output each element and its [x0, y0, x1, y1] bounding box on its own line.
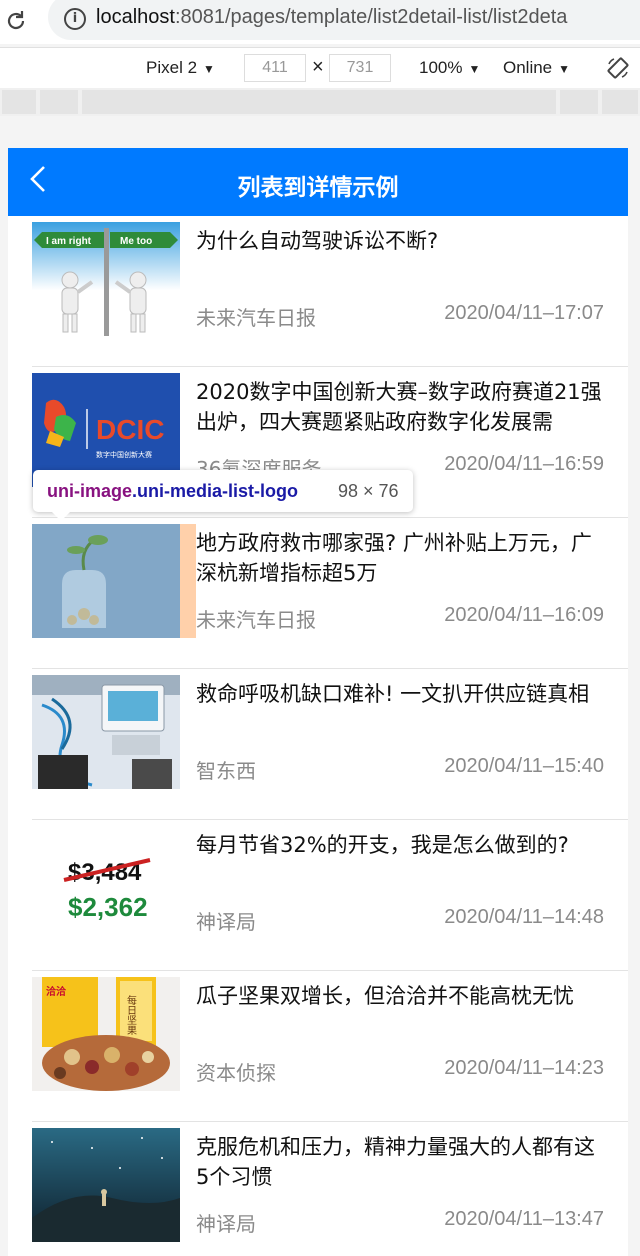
dcic-logo-text: DCIC [96, 414, 164, 445]
news-title: 瓜子坚果双增长，但洽洽并不能高枕无忧 [196, 984, 574, 1008]
reload-icon[interactable] [4, 9, 28, 33]
news-title: 地方政府救市哪家强? 广州补贴上万元，广深杭新增指标超5万 [196, 531, 592, 585]
news-title: 2020数字中国创新大赛–数字政府赛道21强出炉，四大赛题紧贴政府数字化发展需 [196, 380, 602, 434]
list-item[interactable]: I am right Me too 为什么自动驾驶诉讼不断? 未来汽车日报 20… [8, 216, 628, 367]
media-query-segment[interactable] [40, 90, 78, 114]
url-text[interactable]: localhost:8081/pages/template/list2detai… [96, 6, 567, 29]
media-query-segment[interactable] [602, 90, 638, 114]
news-source: 未来汽车日报 [196, 608, 316, 632]
network-label: Online [503, 58, 553, 77]
device-toolbar: Pixel 2 ▼ 411 × 731 100% ▼ Online ▼ [0, 47, 640, 89]
news-source: 资本侦探 [196, 1061, 276, 1085]
tooltip-size: 98 × 76 [338, 481, 399, 501]
news-time: 2020/04/11–16:59 [444, 453, 604, 475]
news-thumbnail[interactable] [32, 524, 180, 638]
dimension-separator: × [312, 56, 324, 78]
device-label: Pixel 2 [146, 58, 198, 77]
news-time: 2020/04/11–17:07 [444, 302, 604, 324]
news-title: 每月节省32%的开支，我是怎么做到的? [196, 833, 569, 857]
news-title: 为什么自动驾驶诉讼不断? [196, 229, 439, 253]
page-title: 列表到详情示例 [237, 175, 399, 201]
zoom-select[interactable]: 100% ▼ [419, 58, 480, 78]
news-thumbnail[interactable] [32, 675, 180, 789]
sign-left-text: I am right [46, 236, 92, 247]
media-query-bar [0, 88, 640, 116]
url-host: localhost [96, 6, 175, 28]
news-source: 神译局 [196, 1212, 256, 1236]
news-thumbnail[interactable]: I am right Me too [32, 222, 180, 336]
price-new-text: $2,362 [68, 892, 148, 922]
news-title: 救命呼吸机缺口难补! 一文扒开供应链真相 [196, 682, 590, 706]
news-source: 神译局 [196, 910, 256, 934]
app-viewport: 列表到详情示例 I am right Me too 为什么自动驾驶诉讼不断? 未… [8, 148, 628, 1256]
tooltip-selector: uni-image.uni-media-list-logo [47, 481, 298, 502]
device-select[interactable]: Pixel 2 ▼ [146, 58, 215, 78]
network-select[interactable]: Online ▼ [503, 58, 570, 78]
snack-brand-text: 洽洽 [46, 985, 67, 998]
list-item[interactable]: 救命呼吸机缺口难补! 一文扒开供应链真相 智东西 2020/04/11–15:4… [8, 669, 628, 820]
tooltip-tag: uni-image [47, 481, 133, 501]
chevron-down-icon: ▼ [468, 62, 481, 76]
list-item[interactable]: 洽洽 每日坚果 瓜子坚果双增长，但洽洽并不能高枕无忧 资本侦探 2020/04/… [8, 971, 628, 1122]
height-input[interactable]: 731 [329, 54, 391, 82]
news-time: 2020/04/11–13:47 [444, 1208, 604, 1230]
news-source: 未来汽车日报 [196, 306, 316, 330]
news-time: 2020/04/11–14:48 [444, 906, 604, 928]
url-path: :8081/pages/template/list2detail-list/li… [174, 6, 568, 28]
browser-address-bar: i localhost:8081/pages/template/list2det… [0, 0, 640, 44]
site-info-icon[interactable]: i [64, 8, 86, 30]
list-item[interactable]: 地方政府救市哪家强? 广州补贴上万元，广深杭新增指标超5万 未来汽车日报 202… [8, 518, 628, 669]
media-query-segment[interactable] [560, 90, 598, 114]
inspector-highlight [32, 524, 196, 638]
news-title: 克服危机和压力，精神力量强大的人都有这5个习惯 [196, 1135, 595, 1189]
width-input[interactable]: 411 [244, 54, 306, 82]
inspector-tooltip: uni-image.uni-media-list-logo 98 × 76 [33, 470, 413, 521]
media-query-segment[interactable] [82, 90, 556, 114]
tooltip-class: .uni-media-list-logo [132, 481, 299, 501]
nav-bar: 列表到详情示例 [8, 148, 628, 216]
news-source: 智东西 [196, 759, 256, 783]
list-item[interactable]: 克服危机和压力，精神力量强大的人都有这5个习惯 神译局 2020/04/11–1… [8, 1122, 628, 1256]
snack-label-text: 每日坚果 [125, 994, 137, 1036]
news-thumbnail[interactable]: 洽洽 每日坚果 [32, 977, 180, 1091]
zoom-label: 100% [419, 58, 463, 77]
news-time: 2020/04/11–15:40 [444, 755, 604, 777]
news-time: 2020/04/11–16:09 [444, 604, 604, 626]
rotate-icon[interactable] [606, 56, 630, 80]
media-query-segment[interactable] [2, 90, 36, 114]
news-thumbnail[interactable]: $3,484 $2,362 [32, 826, 180, 940]
sign-right-text: Me too [120, 236, 152, 247]
chevron-down-icon: ▼ [203, 62, 215, 76]
chevron-down-icon: ▼ [558, 62, 571, 76]
list-item[interactable]: $3,484 $2,362 每月节省32%的开支，我是怎么做到的? 神译局 20… [8, 820, 628, 971]
dcic-subtitle: 数字中国创新大赛 [96, 450, 152, 459]
news-thumbnail[interactable] [32, 1128, 180, 1242]
news-time: 2020/04/11–14:23 [444, 1057, 604, 1079]
